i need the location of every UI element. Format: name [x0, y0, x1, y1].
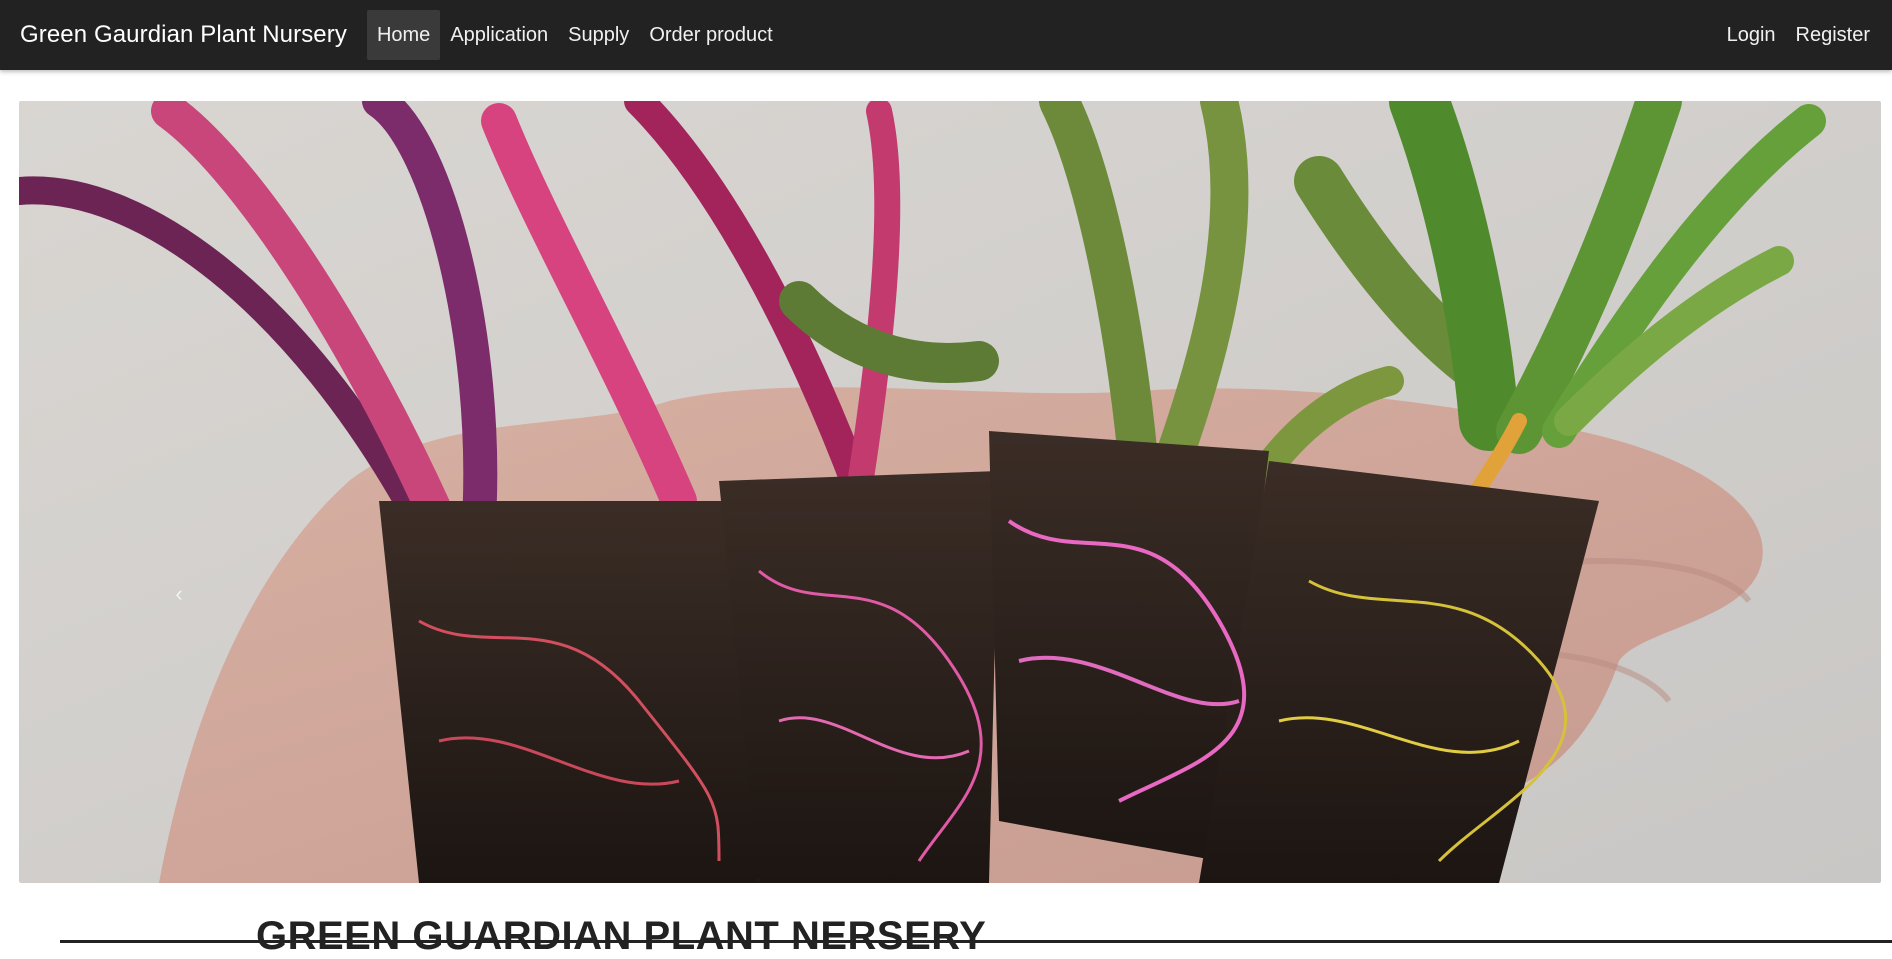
nav-left-menu: Home Application Supply Order product — [366, 10, 783, 60]
nav-home[interactable]: Home — [366, 10, 441, 60]
brand-link[interactable]: Green Gaurdian Plant Nursery — [20, 21, 347, 49]
carousel-prev-button[interactable]: ‹ — [169, 579, 189, 609]
nav-order-product[interactable]: Order product — [639, 10, 782, 60]
top-navbar: Green Gaurdian Plant Nursery Home Applic… — [0, 0, 1892, 70]
nav-register[interactable]: Register — [1786, 10, 1880, 60]
hero-image — [19, 101, 1881, 883]
nav-login[interactable]: Login — [1717, 10, 1786, 60]
nav-supply[interactable]: Supply — [558, 10, 639, 60]
page-title: GREEN GUARDIAN PLANT NERSERY — [256, 914, 987, 958]
nav-application[interactable]: Application — [440, 10, 558, 60]
hero-carousel[interactable]: ‹ — [19, 101, 1881, 883]
nav-right-menu: Login Register — [1717, 10, 1880, 60]
